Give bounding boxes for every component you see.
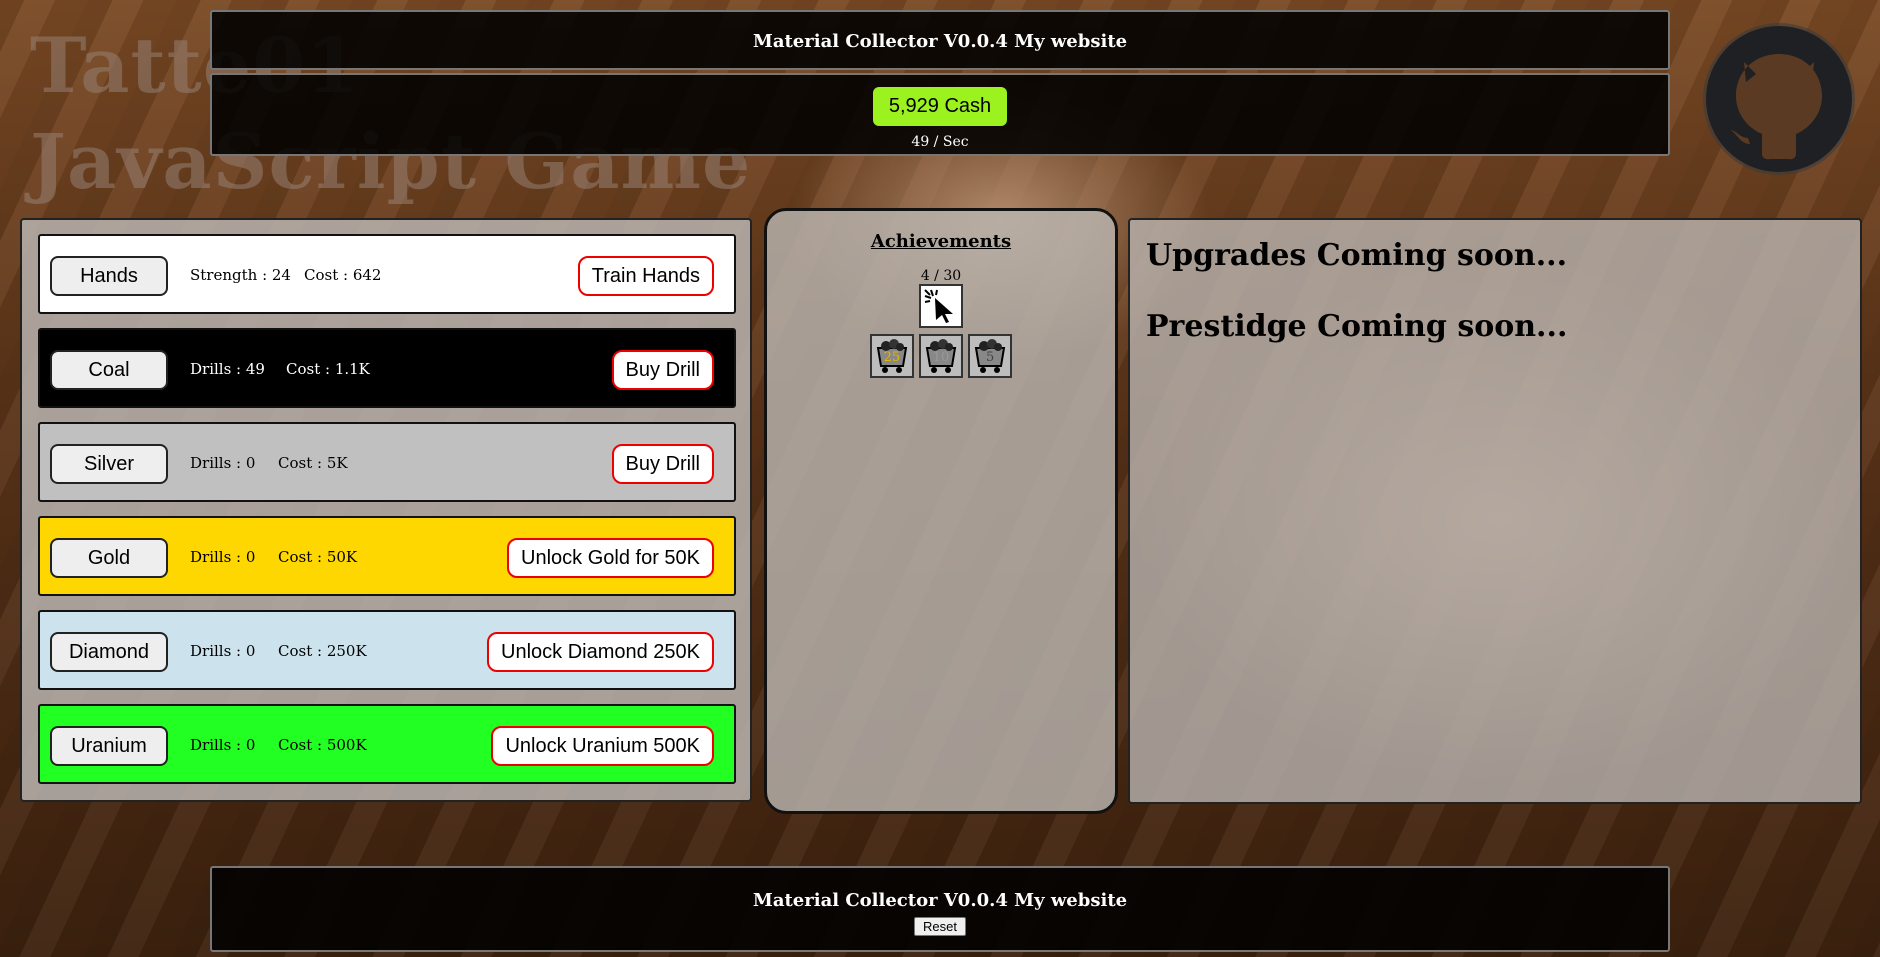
material-stat: Drills : 0 [190,454,256,472]
material-row-gold: Gold Drills : 0 Cost : 50K Unlock Gold f… [38,516,736,596]
material-button-hands[interactable]: Hands [50,256,168,296]
achievements-count: 4 / 30 [920,268,962,284]
header-title[interactable]: Material Collector V0.0.4 My website [212,12,1668,72]
buy-drill-coal-button[interactable]: Buy Drill [611,350,714,390]
material-stat: Drills : 49 [190,360,265,378]
material-button-coal[interactable]: Coal [50,350,168,390]
reset-button[interactable]: Reset [914,917,966,936]
footer-bar: Material Collector V0.0.4 My website Res… [210,866,1670,952]
material-stat: Drills : 0 [190,736,256,754]
material-cost: Cost : 50K [278,548,358,566]
material-cost: Cost : 5K [278,454,348,472]
unlock-diamond-button[interactable]: Unlock Diamond 250K [487,632,714,672]
material-cost: Cost : 642 [304,266,382,284]
material-stat: Strength : 24 [190,266,291,284]
achievement-label: 10 [932,350,950,365]
octocat-icon [1730,54,1822,160]
achievement-label: 25 [883,350,901,365]
material-row-hands: Hands Strength : 24 Cost : 642 Train Han… [38,234,736,314]
prestige-heading: Prestidge Coming soon... [1146,309,1568,344]
material-button-diamond[interactable]: Diamond [50,632,168,672]
material-button-silver[interactable]: Silver [50,444,168,484]
material-row-silver: Silver Drills : 0 Cost : 5K Buy Drill [38,422,736,502]
unlock-uranium-button[interactable]: Unlock Uranium 500K [491,726,714,766]
achievement-label: 5 [985,350,995,365]
material-stat: Drills : 0 [190,548,256,566]
stats-bar: 5,929 Cash 49 / Sec [210,73,1670,156]
material-cost: Cost : 500K [278,736,367,754]
unlock-gold-button[interactable]: Unlock Gold for 50K [507,538,714,578]
cash-display: 5,929 Cash [872,87,1008,126]
cursor-icon [924,289,953,323]
material-row-coal: Coal Drills : 49 Cost : 1.1K Buy Drill [38,328,736,408]
upgrades-heading: Upgrades Coming soon... [1146,238,1568,273]
buy-drill-silver-button[interactable]: Buy Drill [611,444,714,484]
header-title-bar: Material Collector V0.0.4 My website [210,10,1670,70]
upgrades-panel: Upgrades Coming soon... Prestidge Coming… [1128,218,1862,804]
footer-title[interactable]: Material Collector V0.0.4 My website [212,890,1668,911]
material-cost: Cost : 1.1K [286,360,370,378]
mine-cart-icon[interactable]: 5 [968,334,1013,378]
mine-cart-icon[interactable]: 25 [869,334,914,378]
achievements-panel: Achievements 4 / 30 25 10 5 [764,208,1118,814]
material-row-uranium: Uranium Drills : 0 Cost : 500K Unlock Ur… [38,704,736,784]
achievements-title[interactable]: Achievements [767,231,1115,252]
materials-panel: Hands Strength : 24 Cost : 642 Train Han… [20,218,752,802]
cursor-click-icon[interactable] [919,284,963,328]
material-button-gold[interactable]: Gold [50,538,168,578]
github-icon[interactable] [1706,26,1852,172]
material-cost: Cost : 250K [278,642,367,660]
mine-cart-icon[interactable]: 10 [919,334,963,378]
material-stat: Drills : 0 [190,642,256,660]
train-hands-button[interactable]: Train Hands [577,256,714,296]
material-button-uranium[interactable]: Uranium [50,726,168,766]
material-row-diamond: Diamond Drills : 0 Cost : 250K Unlock Di… [38,610,736,690]
income-rate: 49 / Sec [911,134,969,150]
